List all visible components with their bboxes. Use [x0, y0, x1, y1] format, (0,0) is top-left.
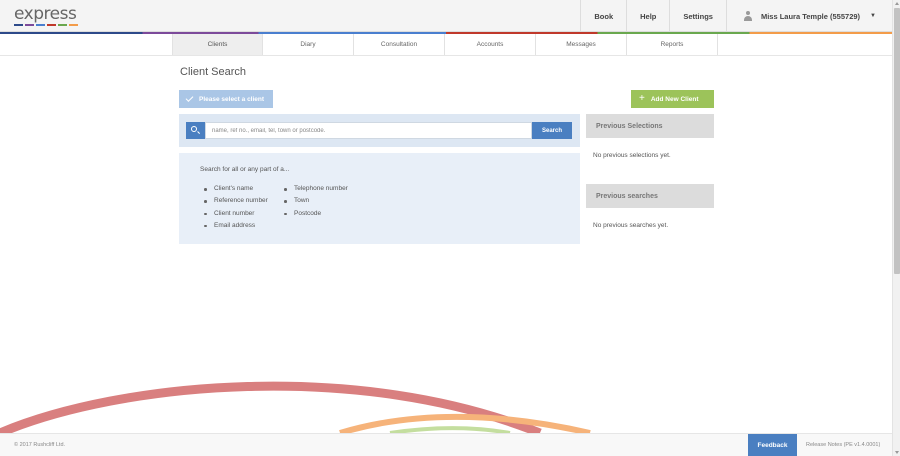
tab-reports[interactable]: Reports [627, 34, 718, 55]
user-menu[interactable]: Miss Laura Temple (555729) ▼ [725, 0, 892, 32]
book-link[interactable]: Book [580, 0, 626, 32]
feedback-button[interactable]: Feedback [748, 434, 797, 456]
add-new-client-label: Add New Client [650, 95, 699, 103]
express-logo[interactable]: express [14, 4, 78, 26]
scroll-down-icon[interactable] [895, 451, 899, 454]
add-new-client-button[interactable]: + Add New Client [631, 90, 714, 108]
user-icon [743, 11, 753, 21]
scrollbar[interactable] [892, 0, 900, 456]
tab-divider [0, 55, 892, 56]
tab-diary[interactable]: Diary [263, 34, 354, 55]
release-notes-link[interactable]: Release Notes (PE v1.4.0001) [806, 442, 880, 448]
search-help-list-1: Client's name Reference number Client nu… [200, 185, 268, 234]
scroll-up-icon[interactable] [895, 2, 899, 5]
help-link[interactable]: Help [626, 0, 669, 32]
top-nav: Book Help Settings Miss Laura Temple (55… [580, 0, 892, 32]
search-icon [191, 126, 197, 132]
previous-selections-empty: No previous selections yet. [593, 152, 671, 159]
previous-selections-header: Previous Selections [586, 114, 714, 138]
red-arc [0, 381, 542, 433]
tab-consultation[interactable]: Consultation [354, 34, 445, 55]
list-item: Town [280, 197, 348, 209]
logo-text: express [14, 4, 77, 24]
tab-accounts[interactable]: Accounts [445, 34, 536, 55]
logo-color-dashes [14, 24, 78, 26]
main-tabs: Clients Diary Consultation Accounts Mess… [172, 34, 718, 55]
user-name: Miss Laura Temple (555729) [760, 11, 861, 21]
chevron-down-icon: ▼ [870, 13, 876, 19]
orange-arc [339, 413, 591, 433]
tab-clients[interactable]: Clients [172, 34, 263, 55]
search-help-intro: Search for all or any part of a... [200, 166, 290, 173]
copyright: © 2017 Rushcliff Ltd. [14, 442, 66, 448]
decorative-arcs [0, 381, 591, 433]
settings-link[interactable]: Settings [669, 0, 726, 32]
list-item: Postcode [280, 210, 348, 222]
search-help-panel: Search for all or any part of a... Clien… [179, 153, 580, 244]
scroll-thumb[interactable] [894, 8, 900, 274]
search-button[interactable]: Search [532, 122, 572, 139]
list-item: Client's name [200, 185, 268, 197]
list-item: Email address [200, 222, 268, 234]
check-icon [185, 94, 194, 102]
search-icon-box [186, 122, 205, 139]
tab-messages[interactable]: Messages [536, 34, 627, 55]
search-panel: Search [179, 114, 580, 147]
top-bar: express Book Help Settings Miss Laura Te… [0, 0, 892, 32]
footer: © 2017 Rushcliff Ltd. Feedback Release N… [0, 433, 892, 456]
list-item: Reference number [200, 197, 268, 209]
list-item: Telephone number [280, 185, 348, 197]
page-title: Client Search [180, 66, 247, 78]
select-client-label: Please select a client [199, 95, 265, 103]
previous-searches-empty: No previous searches yet. [593, 222, 669, 229]
previous-searches-header: Previous searches [586, 184, 714, 208]
select-client-button[interactable]: Please select a client [179, 90, 273, 108]
list-item: Client number [200, 210, 268, 222]
plus-icon: + [639, 93, 645, 104]
search-help-list-2: Telephone number Town Postcode [280, 185, 348, 222]
search-input[interactable] [205, 122, 532, 139]
